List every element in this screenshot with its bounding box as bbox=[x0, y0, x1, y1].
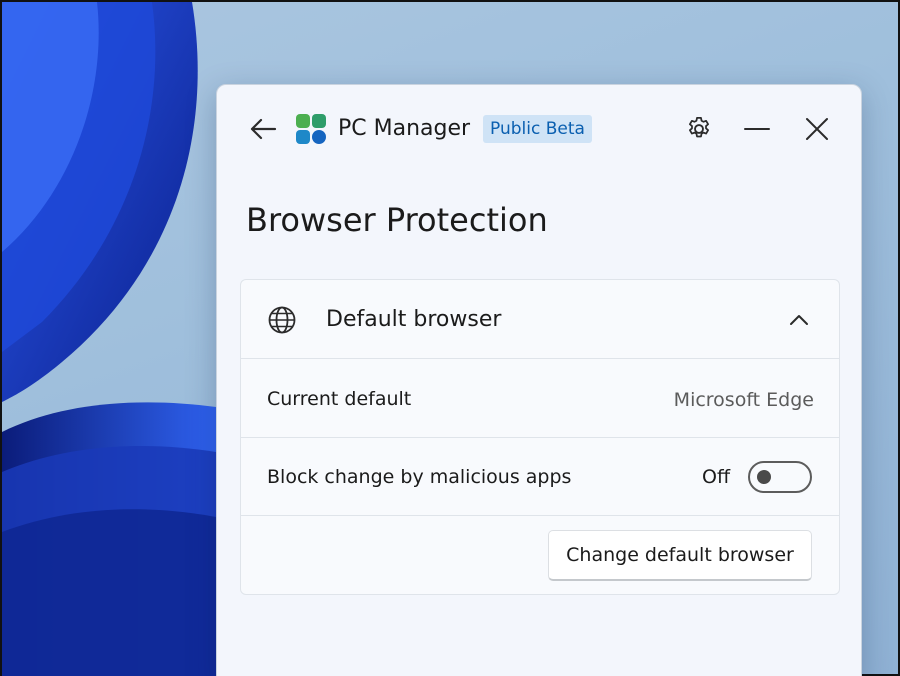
back-arrow-icon bbox=[250, 118, 277, 140]
default-browser-header[interactable]: Default browser bbox=[241, 280, 839, 359]
globe-icon bbox=[268, 306, 296, 334]
card-title: Default browser bbox=[326, 307, 502, 332]
toggle-knob bbox=[757, 470, 771, 484]
close-button[interactable] bbox=[797, 111, 837, 147]
current-default-row: Current default Microsoft Edge bbox=[241, 360, 839, 438]
back-button[interactable] bbox=[243, 111, 283, 147]
page-title: Browser Protection bbox=[246, 201, 548, 239]
block-change-row: Block change by malicious apps Off bbox=[241, 438, 839, 516]
block-change-label: Block change by malicious apps bbox=[267, 466, 572, 488]
close-icon bbox=[806, 118, 828, 140]
collapse-button[interactable] bbox=[779, 302, 819, 338]
chevron-up-icon bbox=[790, 315, 808, 325]
current-default-value: Microsoft Edge bbox=[673, 389, 814, 411]
change-browser-row: Change default browser bbox=[241, 516, 839, 594]
change-default-browser-button[interactable]: Change default browser bbox=[548, 530, 812, 581]
gear-icon bbox=[689, 117, 709, 138]
pc-manager-window: PC Manager Public Beta Browser Protectio… bbox=[216, 84, 862, 676]
minimize-button[interactable] bbox=[737, 111, 777, 147]
app-title: PC Manager bbox=[338, 116, 471, 141]
block-change-toggle[interactable] bbox=[748, 461, 812, 493]
toggle-state-text: Off bbox=[702, 466, 731, 488]
default-browser-card: Default browser Current default Microsof… bbox=[240, 279, 840, 595]
settings-button[interactable] bbox=[679, 111, 719, 147]
current-default-label: Current default bbox=[267, 388, 412, 410]
pc-manager-logo-icon bbox=[296, 114, 326, 144]
minimize-icon bbox=[744, 128, 770, 130]
beta-badge: Public Beta bbox=[483, 115, 592, 143]
